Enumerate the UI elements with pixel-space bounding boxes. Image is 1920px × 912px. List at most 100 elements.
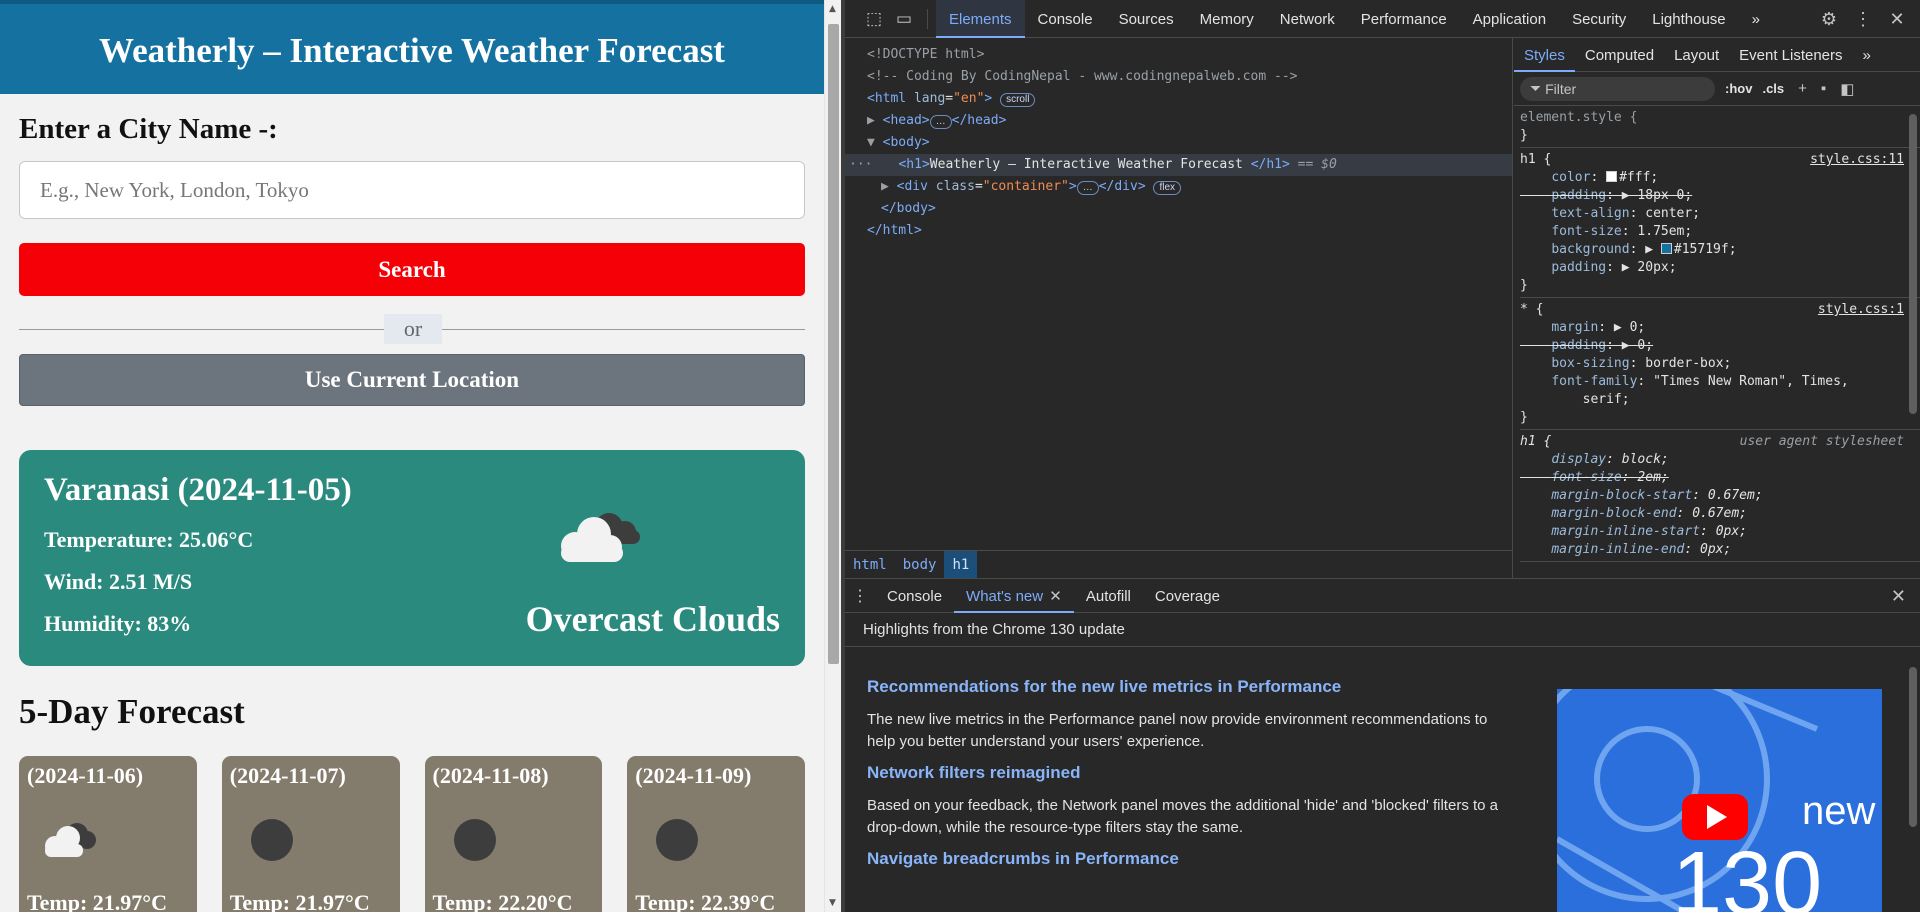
close-drawer-icon[interactable]: ✕ <box>1891 579 1906 613</box>
drawer-tab-autofill[interactable]: Autofill <box>1074 579 1143 613</box>
styles-scrollbar[interactable] <box>1906 110 1920 578</box>
dom-node-body-close[interactable]: </body> <box>845 198 1512 220</box>
forecast-card: (2024-11-08) Temp: 22.20°C <box>424 756 603 912</box>
drawer-tab-coverage[interactable]: Coverage <box>1143 579 1232 613</box>
devtools-toolbar: ⬚ ▭ Elements Console Sources Memory Netw… <box>845 0 1920 38</box>
video-thumbnail[interactable]: new 130 <box>1557 689 1882 912</box>
forecast-temp: Temp: 21.97°C <box>27 890 167 912</box>
forecast-date: (2024-11-06) <box>27 763 144 788</box>
dom-node-body[interactable]: ▼ <body> <box>845 132 1512 154</box>
dom-node-html[interactable]: <html lang="en"> scroll <box>845 88 1512 110</box>
tab-application[interactable]: Application <box>1460 0 1559 38</box>
tab-computed[interactable]: Computed <box>1575 38 1664 72</box>
dark-disc-icon <box>445 818 505 867</box>
filter-icon: ⏷ <box>1530 80 1546 96</box>
rule-universal[interactable]: style.css:1 * { margin: ▶ 0; padding: ▶ … <box>1520 298 1920 430</box>
rule-element-style[interactable]: element.style { } <box>1520 106 1920 148</box>
drawer-scrollbar[interactable] <box>1906 649 1920 912</box>
drawer-tab-console[interactable]: Console <box>875 579 954 613</box>
dom-node-head[interactable]: ▶ <head>… </head> <box>845 110 1512 132</box>
styles-filter-input[interactable]: ⏷ Filter <box>1520 76 1715 101</box>
dom-tree: <!DOCTYPE html> <!-- Coding By CodingNep… <box>845 38 1512 242</box>
forecast-card: (2024-11-06) Temp: 21.97°C <box>19 756 197 912</box>
thumb-version-number: 130 <box>1672 834 1823 912</box>
tab-performance[interactable]: Performance <box>1348 0 1460 38</box>
page-scrollbar[interactable]: ▲ ▼ <box>824 0 841 912</box>
dom-node-h1-selected[interactable]: ··· <h1>Weatherly – Interactive Weather F… <box>845 154 1512 176</box>
paint-icon[interactable]: ▪ <box>1821 80 1826 97</box>
color-swatch-icon <box>1660 243 1672 254</box>
gear-icon[interactable]: ⚙ <box>1812 9 1846 30</box>
rule-user-agent-h1[interactable]: user agent stylesheet h1 { display: bloc… <box>1520 430 1920 562</box>
whats-new-content: Recommendations for the new live metrics… <box>845 647 1920 912</box>
page-scrollbar-thumb[interactable] <box>828 24 839 664</box>
styles-scrollbar-thumb[interactable] <box>1909 114 1917 414</box>
tab-console[interactable]: Console <box>1025 0 1106 38</box>
hov-toggle[interactable]: :hov <box>1725 81 1752 96</box>
close-icon[interactable]: ✕ <box>1880 9 1914 30</box>
inspect-element-icon[interactable]: ⬚ <box>859 0 889 38</box>
ua-stylesheet-label: user agent stylesheet <box>1739 434 1904 449</box>
tab-network[interactable]: Network <box>1267 0 1348 38</box>
scroll-down-icon[interactable]: ▼ <box>829 898 836 908</box>
breadcrumb-body[interactable]: body <box>895 551 945 579</box>
breadcrumb-h1[interactable]: h1 <box>944 550 978 579</box>
current-wind: Wind: 2.51 M/S <box>44 569 193 594</box>
tab-event-listeners[interactable]: Event Listeners <box>1729 38 1852 72</box>
drawer-menu-icon[interactable]: ⋮ <box>845 586 875 606</box>
css-rules: element.style { } style.css:11 h1 { colo… <box>1514 106 1920 562</box>
tab-layout[interactable]: Layout <box>1664 38 1729 72</box>
sidebar-toggle-icon[interactable]: ◧ <box>1840 80 1854 98</box>
drawer-scrollbar-thumb[interactable] <box>1909 667 1917 827</box>
dom-node-html-close[interactable]: </html> <box>845 220 1512 242</box>
dom-node-doctype[interactable]: <!DOCTYPE html> <box>845 44 1512 66</box>
add-rule-icon[interactable]: + <box>1798 80 1807 97</box>
dom-node-comment[interactable]: <!-- Coding By CodingNepal - www.codingn… <box>845 66 1512 88</box>
kebab-menu-icon[interactable]: ⋮ <box>1846 9 1880 30</box>
tab-memory[interactable]: Memory <box>1187 0 1267 38</box>
scroll-up-icon[interactable]: ▲ <box>829 4 836 14</box>
tab-elements[interactable]: Elements <box>936 0 1025 38</box>
scroll-badge[interactable]: scroll <box>1000 93 1036 107</box>
forecast-date: (2024-11-07) <box>229 763 346 788</box>
device-toolbar-icon[interactable]: ▭ <box>889 0 919 38</box>
forecast-temp: Temp: 21.97°C <box>229 890 370 912</box>
more-panes-icon[interactable]: » <box>1853 38 1881 72</box>
close-tab-icon[interactable]: ✕ <box>1049 588 1062 605</box>
elements-panel: <!DOCTYPE html> <!-- Coding By CodingNep… <box>845 38 1513 579</box>
source-link[interactable]: style.css:11 <box>1810 152 1904 167</box>
rule-h1[interactable]: style.css:11 h1 { color: #fff; padding: … <box>1520 148 1920 298</box>
forecast-card: (2024-11-09) Temp: 22.39°C <box>627 756 805 912</box>
tab-security[interactable]: Security <box>1559 0 1639 38</box>
expand-arrow-icon: ▶ <box>881 179 897 194</box>
flex-badge[interactable]: flex <box>1153 181 1182 195</box>
tab-sources[interactable]: Sources <box>1106 0 1187 38</box>
tab-lighthouse[interactable]: Lighthouse <box>1639 0 1738 38</box>
color-swatch-icon <box>1606 171 1618 182</box>
current-temperature: Temperature: 25.06°C <box>44 527 254 552</box>
whats-new-heading: Highlights from the Chrome 130 update <box>845 613 1920 647</box>
thumb-new-label: new <box>1802 789 1876 833</box>
breadcrumb: html body h1 <box>845 550 1513 579</box>
search-button[interactable]: Search <box>19 243 805 296</box>
city-input[interactable] <box>19 161 805 219</box>
tab-styles[interactable]: Styles <box>1514 38 1575 72</box>
styles-tabs: Styles Computed Layout Event Listeners » <box>1514 38 1920 72</box>
drawer-tab-whats-new[interactable]: What's new ✕ <box>954 579 1074 613</box>
dom-node-div-container[interactable]: ▶ <div class="container">… </div> flex <box>845 176 1512 198</box>
more-tabs-icon[interactable]: » <box>1739 0 1773 38</box>
city-label: Enter a City Name -: <box>19 113 278 145</box>
cls-toggle[interactable]: .cls <box>1762 81 1784 96</box>
forecast-date: (2024-11-08) <box>432 763 549 788</box>
or-separator: or <box>19 308 805 348</box>
current-place: Varanasi (2024-11-05) <box>44 472 352 508</box>
forecast-card: (2024-11-07) Temp: 21.97°C <box>221 756 400 912</box>
breadcrumb-html[interactable]: html <box>845 551 895 579</box>
source-link[interactable]: style.css:1 <box>1818 302 1904 317</box>
overcast-clouds-icon <box>547 494 647 579</box>
forecast-date: (2024-11-09) <box>635 763 752 788</box>
devtools-panel: ⬚ ▭ Elements Console Sources Memory Netw… <box>841 0 1920 912</box>
forecast-list: (2024-11-06) Temp: 21.97°C (2024-11-07) <box>19 756 805 912</box>
current-weather-card: Varanasi (2024-11-05) Temperature: 25.06… <box>19 450 805 666</box>
use-current-location-button[interactable]: Use Current Location <box>19 354 805 406</box>
